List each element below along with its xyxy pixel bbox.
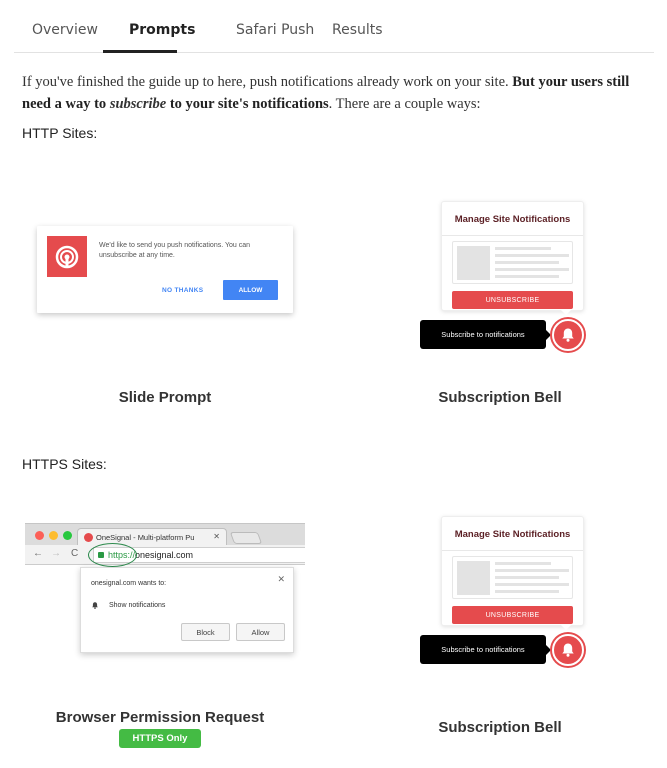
placeholder-line xyxy=(495,576,559,579)
subscription-bell-preview: Manage Site Notifications UNSUBSCRIBE Su… xyxy=(410,195,600,360)
subscription-bell-caption: Subscription Bell xyxy=(438,719,562,736)
browser-tab-title: OneSignal - Multi-platform Pu xyxy=(96,533,195,542)
https-only-badge: HTTPS Only xyxy=(119,729,201,748)
minimize-window-dot xyxy=(49,531,58,540)
block-button[interactable]: Block xyxy=(181,623,230,641)
notification-placeholder xyxy=(452,241,573,284)
divider xyxy=(442,235,583,236)
onesignal-logo-icon xyxy=(47,236,87,277)
intro-italic: subscribe xyxy=(109,96,167,112)
maximize-window-dot xyxy=(63,531,72,540)
new-tab-icon xyxy=(229,532,263,544)
placeholder-line xyxy=(495,247,551,250)
subscription-bell-preview: Manage Site Notifications UNSUBSCRIBE Su… xyxy=(410,510,600,675)
browser-permission-preview: OneSignal - Multi-platform Pu ✕ ← → C ht… xyxy=(25,523,305,663)
tab-safari-push[interactable]: Safari Push xyxy=(236,22,314,38)
tab-overview[interactable]: Overview xyxy=(32,22,98,38)
reload-icon: C xyxy=(71,548,79,559)
browser-tab: OneSignal - Multi-platform Pu ✕ xyxy=(77,528,227,546)
browser-tab-bar: OneSignal - Multi-platform Pu ✕ xyxy=(25,523,305,546)
permission-label: Show notifications xyxy=(109,602,166,609)
browser-toolbar: ← → C https://onesignal.com xyxy=(25,545,305,565)
bell-icon xyxy=(92,602,98,609)
manage-notifications-card: Manage Site Notifications UNSUBSCRIBE xyxy=(441,516,584,626)
no-thanks-button[interactable]: NO THANKS xyxy=(162,287,203,294)
card-pointer xyxy=(560,624,572,630)
intro-paragraph: If you've finished the guide up to here,… xyxy=(22,71,652,115)
placeholder-line xyxy=(495,261,559,264)
subscribe-tooltip: Subscribe to notifications xyxy=(420,635,551,664)
unsubscribe-button[interactable]: UNSUBSCRIBE xyxy=(452,606,573,624)
manage-notifications-title: Manage Site Notifications xyxy=(454,529,571,540)
bell-button[interactable] xyxy=(552,319,584,351)
subscription-bell-caption: Subscription Bell xyxy=(438,389,562,406)
placeholder-line xyxy=(495,569,569,572)
placeholder-line xyxy=(495,590,559,593)
intro-text-2: . There are a couple ways: xyxy=(328,96,481,112)
manage-notifications-card: Manage Site Notifications UNSUBSCRIBE xyxy=(441,201,584,311)
divider xyxy=(442,550,583,551)
placeholder-image xyxy=(457,561,490,595)
slide-prompt-preview: We'd like to send you push notifications… xyxy=(37,226,293,313)
back-arrow-icon: ← xyxy=(33,548,43,559)
close-window-dot xyxy=(35,531,44,540)
intro-text: If you've finished the guide up to here,… xyxy=(22,74,513,90)
onesignal-favicon-icon xyxy=(84,533,93,542)
permission-popup: onesignal.com wants to: ✕ Show notificat… xyxy=(80,567,294,653)
https-highlight-circle xyxy=(88,543,137,567)
popup-title: onesignal.com wants to: xyxy=(91,580,167,587)
slide-prompt-message: We'd like to send you push notifications… xyxy=(99,242,251,259)
tab-results[interactable]: Results xyxy=(332,22,383,38)
placeholder-line xyxy=(495,268,569,271)
https-sites-heading: HTTPS Sites: xyxy=(22,456,107,472)
tab-bar: Overview Prompts Safari Push Results xyxy=(14,0,654,53)
http-sites-heading: HTTP Sites: xyxy=(22,125,98,141)
forward-arrow-icon: → xyxy=(51,548,61,559)
placeholder-line xyxy=(495,254,569,257)
placeholder-line xyxy=(495,583,569,586)
allow-button[interactable]: Allow xyxy=(236,623,285,641)
close-tab-icon: ✕ xyxy=(213,532,220,541)
tab-prompts[interactable]: Prompts xyxy=(129,22,195,38)
browser-permission-caption: Browser Permission Request xyxy=(55,709,265,726)
placeholder-line xyxy=(495,562,551,565)
unsubscribe-button[interactable]: UNSUBSCRIBE xyxy=(452,291,573,309)
active-tab-indicator xyxy=(103,50,177,53)
slide-prompt-caption: Slide Prompt xyxy=(118,389,212,406)
bell-icon xyxy=(562,328,574,342)
placeholder-line xyxy=(495,275,559,278)
bell-icon xyxy=(562,643,574,657)
notification-placeholder xyxy=(452,556,573,599)
url-host: onesignal.com xyxy=(135,550,194,560)
allow-button[interactable]: ALLOW xyxy=(223,280,278,300)
permission-row: Show notifications xyxy=(91,601,165,610)
subscribe-tooltip: Subscribe to notifications xyxy=(420,320,551,349)
bell-button[interactable] xyxy=(552,634,584,666)
close-icon: ✕ xyxy=(277,574,285,584)
card-pointer xyxy=(560,309,572,315)
manage-notifications-title: Manage Site Notifications xyxy=(454,214,571,225)
placeholder-image xyxy=(457,246,490,280)
intro-bold-2: to your site's notifications xyxy=(166,96,329,112)
